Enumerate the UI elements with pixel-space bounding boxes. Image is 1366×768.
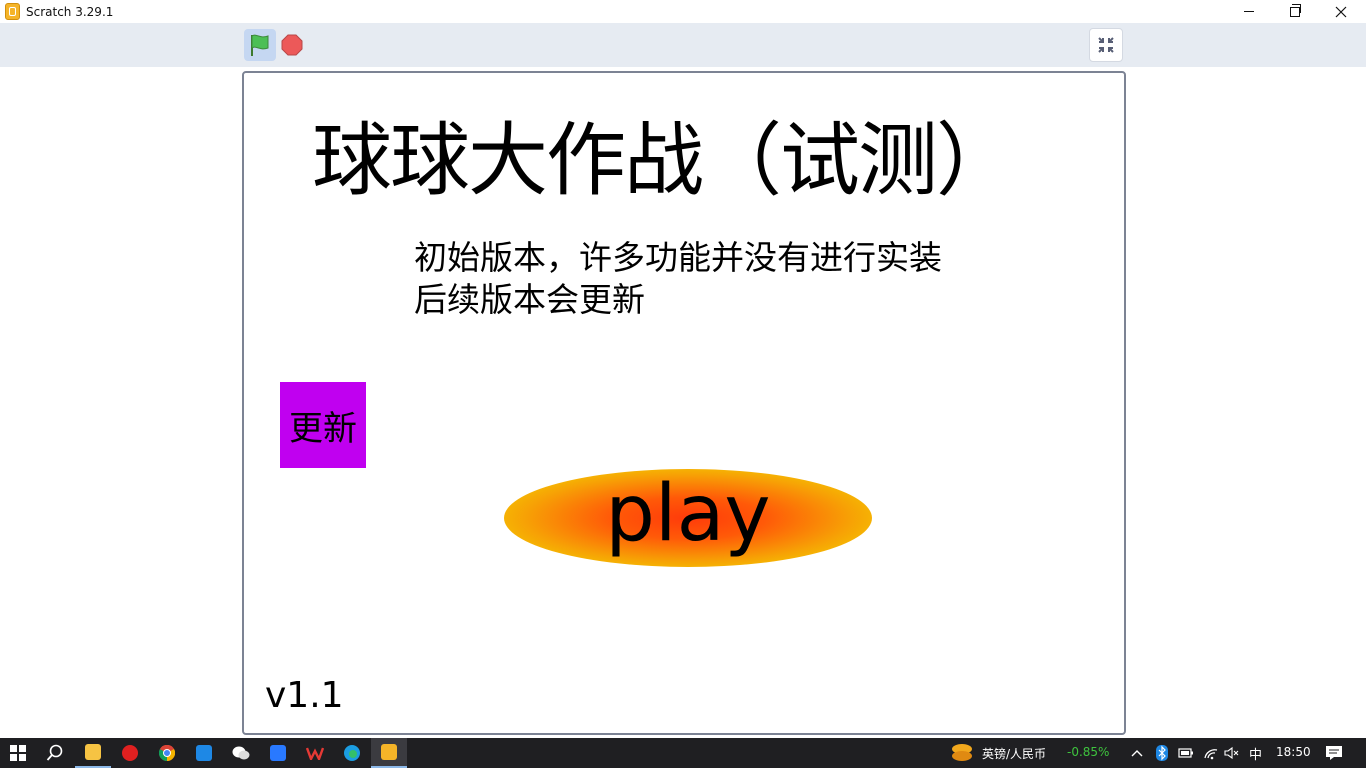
search-button[interactable]: [37, 738, 73, 768]
wps-icon: [306, 747, 324, 760]
notification-icon[interactable]: [1325, 745, 1343, 761]
scratch-app-icon: [5, 3, 20, 20]
minimize-button[interactable]: [1226, 0, 1272, 23]
start-button[interactable]: [0, 738, 36, 768]
player-toolbar: [0, 23, 1366, 67]
taskbar-wechat[interactable]: [223, 738, 259, 768]
stock-widget-icon[interactable]: [950, 742, 974, 764]
stop-button[interactable]: [280, 33, 304, 57]
taskbar-wps[interactable]: [297, 738, 333, 768]
star-app-icon: [270, 745, 286, 761]
update-button[interactable]: 更新: [280, 382, 366, 468]
restore-icon: [1290, 3, 1301, 17]
version-label: v1.1: [265, 675, 344, 716]
chrome-icon: [159, 745, 175, 761]
description-line-1: 初始版本，许多功能并没有进行实装: [414, 238, 942, 277]
exit-fullscreen-icon: [1098, 37, 1114, 53]
wifi-icon[interactable]: [1203, 746, 1219, 760]
taskbar-edge[interactable]: [334, 738, 370, 768]
taskbar-chrome[interactable]: [149, 738, 185, 768]
description-text: 初始版本，许多功能并没有进行实装 后续版本会更新: [414, 237, 942, 321]
ime-indicator[interactable]: 中: [1249, 744, 1262, 763]
windows-logo-icon: [10, 745, 26, 761]
game-title: 球球大作战（试测）: [312, 114, 1016, 207]
wechat-icon: [232, 746, 250, 760]
window-titlebar: Scratch 3.29.1: [0, 0, 1366, 23]
update-button-label: 更新: [289, 408, 357, 449]
edge-icon: [344, 745, 360, 761]
stop-icon: [281, 34, 303, 56]
volume-muted-icon[interactable]: [1224, 746, 1240, 760]
description-line-2: 后续版本会更新: [414, 280, 645, 319]
taskbar-app-t[interactable]: [186, 738, 222, 768]
taskbar-netease-music[interactable]: [112, 738, 148, 768]
chevron-up-icon[interactable]: [1131, 748, 1143, 758]
battery-icon[interactable]: [1178, 747, 1194, 759]
scratch-taskbar-icon: [381, 744, 397, 760]
folder-icon: [85, 744, 101, 760]
play-button[interactable]: play: [504, 469, 872, 567]
taskbar-app-star[interactable]: [260, 738, 296, 768]
currency-pair-label[interactable]: 英镑/人民币: [982, 745, 1046, 762]
green-flag-icon: [251, 34, 269, 56]
currency-change-value: -0.85%: [1067, 745, 1110, 759]
green-flag-button[interactable]: [244, 29, 276, 61]
restore-button[interactable]: [1272, 0, 1318, 23]
clock-time[interactable]: 18:50: [1276, 745, 1311, 759]
window-title: Scratch 3.29.1: [26, 4, 114, 19]
bluetooth-icon[interactable]: [1156, 745, 1168, 761]
app-t-icon: [196, 745, 212, 761]
close-button[interactable]: [1318, 0, 1364, 23]
windows-taskbar: 英镑/人民币 -0.85% 中 18:50: [0, 738, 1366, 768]
play-button-label: play: [605, 469, 771, 559]
close-icon: [1335, 6, 1347, 17]
taskbar-scratch[interactable]: [371, 738, 407, 768]
exit-fullscreen-button[interactable]: [1089, 28, 1123, 62]
netease-music-icon: [122, 745, 138, 761]
search-icon: [46, 744, 63, 761]
taskbar-file-explorer[interactable]: [75, 738, 111, 768]
stage-canvas[interactable]: 球球大作战（试测） 初始版本，许多功能并没有进行实装 后续版本会更新 更新 pl…: [242, 71, 1126, 735]
minimize-icon: [1244, 11, 1254, 12]
